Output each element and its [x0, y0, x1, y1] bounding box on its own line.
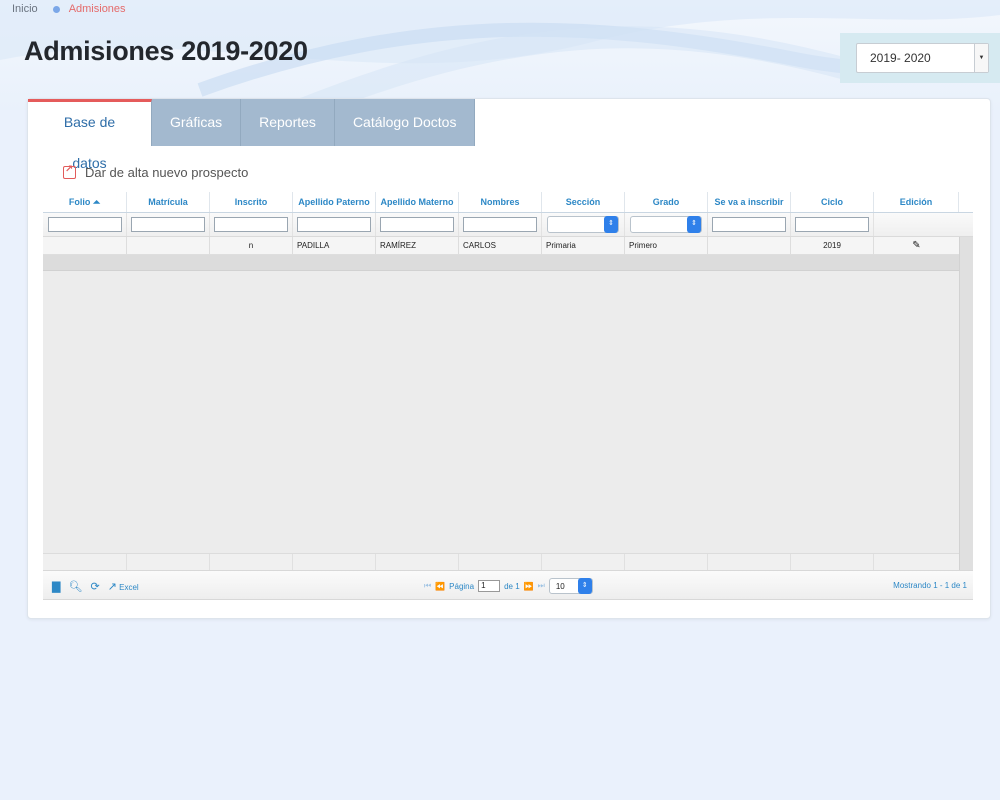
select-arrows-icon: ⇕: [604, 216, 618, 233]
pencil-icon[interactable]: ✎: [912, 240, 920, 251]
tab-catalogo-doctos[interactable]: Catálogo Doctos: [334, 99, 476, 146]
rows-per-page-value: 10: [555, 582, 565, 591]
export-icon: ↗: [107, 581, 117, 593]
chevron-down-icon[interactable]: ▼: [974, 44, 988, 72]
cell-apellido-paterno: PADILLA: [293, 237, 376, 254]
cell-nombres: CARLOS: [459, 237, 542, 254]
grid-scrollbar[interactable]: [959, 237, 973, 570]
external-link-icon: [63, 164, 76, 179]
table-row[interactable]: n PADILLA RAMÍREZ CARLOS Primaria Primer…: [43, 237, 973, 255]
column-header-grado[interactable]: Grado: [625, 192, 708, 212]
column-header-nombres[interactable]: Nombres: [459, 192, 542, 212]
cycle-selector-panel: 2019- 2020 ▼: [840, 33, 1000, 83]
tab-graficas[interactable]: Gráficas: [152, 99, 242, 146]
column-header-folio[interactable]: Folio ⏶: [43, 192, 127, 212]
excel-label: Excel: [119, 583, 139, 592]
grid-header-row: Folio ⏶ Matrícula Inscrito Apellido Pate…: [43, 192, 973, 213]
next-page-icon[interactable]: ⏩: [524, 582, 534, 591]
cell-grado: Primero: [625, 237, 708, 254]
cell-seccion: Primaria: [542, 237, 625, 254]
grid-pager: ▇ 🔍︎ ⟳ ↗ Excel ⏮ ⏪ Página 1 de 1 ⏩ ⏭ 10 …: [43, 570, 973, 600]
sort-asc-icon: ⏶: [92, 197, 101, 207]
column-header-ciclo[interactable]: Ciclo: [791, 192, 874, 212]
breadcrumb-current[interactable]: Admisiones: [69, 3, 126, 15]
filter-nombres-input[interactable]: [463, 217, 537, 232]
search-icon[interactable]: 🔍︎: [68, 580, 82, 593]
refresh-icon[interactable]: ⟳: [90, 580, 99, 593]
filter-grado-select[interactable]: ⇕: [630, 216, 702, 233]
column-header-apellido-materno[interactable]: Apellido Materno: [376, 192, 459, 212]
filter-inscrito-input[interactable]: [214, 217, 288, 232]
pager-actions: ▇ 🔍︎ ⟳ ↗ Excel: [52, 580, 139, 593]
page-of-label: de 1: [504, 581, 520, 591]
breadcrumb-dot-icon: [52, 5, 60, 13]
grid-filter-row: ⇕ ⇕: [43, 213, 973, 237]
first-page-icon[interactable]: ⏮: [424, 581, 431, 591]
tab-base-de-datos[interactable]: Base de datos: [28, 99, 152, 171]
cell-apellido-materno: RAMÍREZ: [376, 237, 459, 254]
filter-matricula-input[interactable]: [131, 217, 205, 232]
cell-matricula: [127, 237, 210, 254]
breadcrumb-home[interactable]: Inicio: [12, 3, 38, 15]
column-header-se-va-a-inscribir[interactable]: Se va a inscribir: [708, 192, 791, 212]
new-document-icon[interactable]: ▇: [52, 580, 60, 593]
filter-se-va-a-inscribir-input[interactable]: [712, 217, 786, 232]
table-row-empty: [43, 255, 973, 271]
record-count: Mostrando 1 - 1 de 1: [893, 581, 967, 590]
page-title: Admisiones 2019-2020: [24, 36, 308, 66]
excel-export-button[interactable]: ↗ Excel: [108, 580, 139, 593]
cell-folio: [43, 237, 127, 254]
main-card: Base de datos Gráficas Reportes Catálogo…: [27, 98, 991, 619]
filter-seccion-select[interactable]: ⇕: [547, 216, 619, 233]
grid-body: n PADILLA RAMÍREZ CARLOS Primaria Primer…: [43, 237, 973, 570]
last-page-icon[interactable]: ⏭: [538, 581, 545, 591]
cycle-select[interactable]: 2019- 2020 ▼: [856, 43, 989, 73]
column-header-matricula[interactable]: Matrícula: [127, 192, 210, 212]
page-label: Página: [449, 581, 475, 591]
filter-apellido-materno-input[interactable]: [380, 217, 454, 232]
rows-per-page-select[interactable]: 10 ⇕: [548, 578, 593, 594]
filter-apellido-paterno-input[interactable]: [297, 217, 371, 232]
filter-folio-input[interactable]: [47, 217, 122, 232]
grid-empty-footer-row: [43, 553, 959, 570]
select-arrows-icon: ⇕: [577, 578, 592, 594]
add-prospect-label: Dar de alta nuevo prospecto: [85, 165, 249, 180]
column-header-seccion[interactable]: Sección: [542, 192, 625, 212]
column-header-apellido-paterno[interactable]: Apellido Paterno: [293, 192, 376, 212]
filter-ciclo-input[interactable]: [795, 217, 869, 232]
tab-bar: Base de datos Gráficas Reportes Catálogo…: [28, 99, 476, 171]
cell-se-va-a-inscribir: [708, 237, 791, 254]
page-number-input[interactable]: 1: [478, 580, 501, 592]
tab-reportes[interactable]: Reportes: [241, 99, 335, 146]
cell-inscrito: n: [210, 237, 293, 254]
column-header-edicion[interactable]: Edición: [874, 192, 959, 212]
select-arrows-icon: ⇕: [687, 216, 701, 233]
add-prospect-link[interactable]: Dar de alta nuevo prospecto: [63, 164, 249, 180]
column-header-inscrito[interactable]: Inscrito: [210, 192, 293, 212]
cell-edicion: ✎: [874, 237, 959, 254]
prev-page-icon[interactable]: ⏪: [435, 582, 445, 591]
prospects-grid: Folio ⏶ Matrícula Inscrito Apellido Pate…: [43, 192, 973, 682]
cycle-select-value: 2019- 2020: [870, 51, 931, 65]
breadcrumb: Inicio Admisiones: [12, 3, 126, 15]
pager-navigation: ⏮ ⏪ Página 1 de 1 ⏩ ⏭ 10 ⇕: [424, 578, 593, 594]
cell-ciclo: 2019: [791, 237, 874, 254]
